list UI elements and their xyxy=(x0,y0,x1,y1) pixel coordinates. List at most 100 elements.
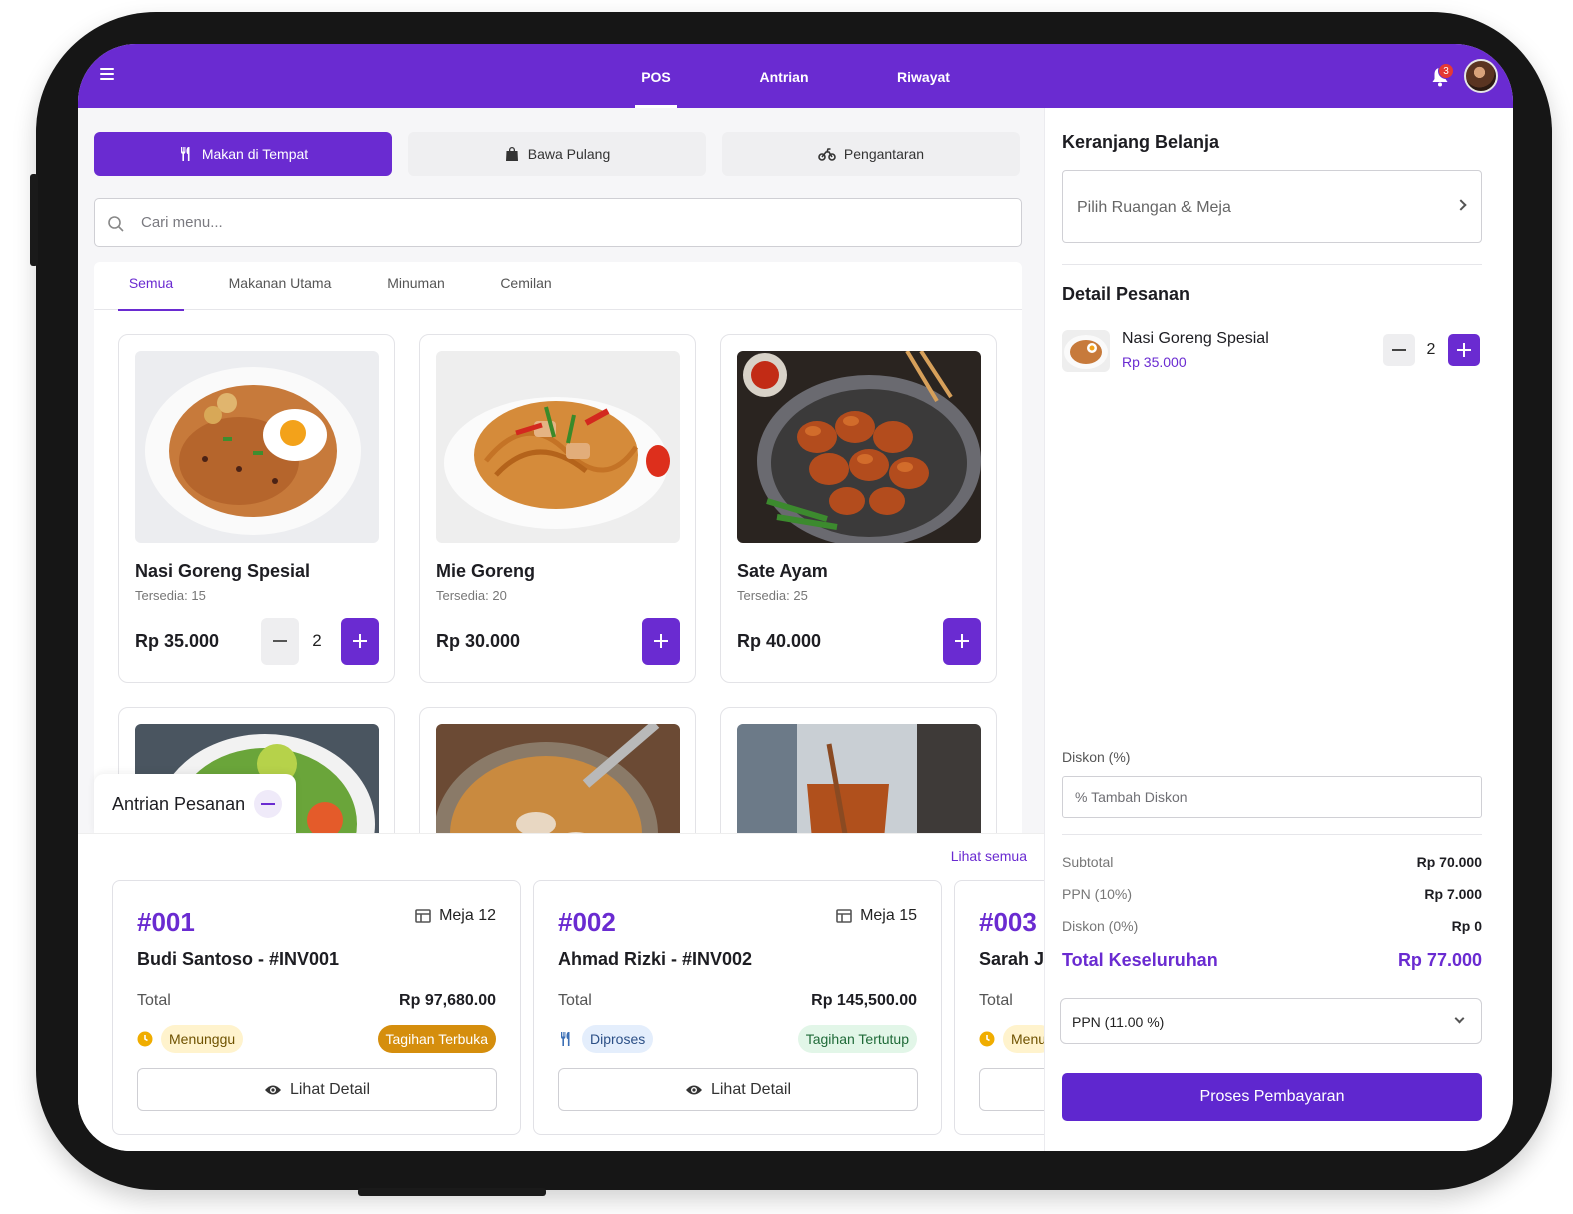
order-number: #003 xyxy=(979,907,1037,937)
tab-pos[interactable]: POS xyxy=(635,44,677,108)
table-icon xyxy=(836,909,852,923)
menu-panel: Semua Makanan Utama Minuman Cemilan Nasi… xyxy=(94,262,1022,1056)
menu-search-input[interactable] xyxy=(141,199,1001,246)
queue-panel-header[interactable]: Antrian Pesanan xyxy=(94,774,296,834)
view-detail-button[interactable]: Lihat Detail xyxy=(558,1068,918,1111)
cart-title: Keranjang Belanja xyxy=(1062,132,1220,152)
cart-decrease-qty-button[interactable] xyxy=(1383,334,1415,366)
menu-item-price: Rp 30.000 xyxy=(436,631,521,651)
status-badge-processing: Diproses xyxy=(582,1025,654,1053)
order-type-label: Pengantaran xyxy=(843,146,925,162)
order-total-label: Total xyxy=(979,992,1013,1009)
tab-riwayat[interactable]: Riwayat xyxy=(896,44,951,108)
order-table-label: Meja 12 xyxy=(439,907,496,924)
order-table-label: Meja 15 xyxy=(860,907,917,924)
pos-main-panel: Makan di Tempat Bawa Pulang Pengantaran … xyxy=(78,108,1044,1056)
menu-item-stock: Tersedia: 25 xyxy=(737,588,808,603)
discount-input[interactable] xyxy=(1062,776,1482,818)
notification-badge: 3 xyxy=(1438,63,1454,79)
category-tab-minuman[interactable]: Minuman xyxy=(376,262,456,310)
status-badge-waiting: Menunggu xyxy=(161,1025,244,1053)
subtotal-value: Rp 70.000 xyxy=(1416,854,1482,870)
order-type-dine-in-button[interactable]: Makan di Tempat xyxy=(94,132,392,176)
tab-antrian-pesanan[interactable]: Antrian Pesanan xyxy=(730,44,838,151)
collapse-queue-button[interactable] xyxy=(254,790,282,818)
discount-label: Diskon (%) xyxy=(1062,749,1131,765)
add-item-button[interactable] xyxy=(341,618,379,665)
item-quantity: 2 xyxy=(312,631,322,650)
order-table: Meja 12 xyxy=(415,907,496,925)
top-navigation-bar: POS Antrian Pesanan Riwayat 3 xyxy=(78,44,1513,151)
motorcycle-icon xyxy=(818,148,836,161)
order-customer: Ahmad Rizki - #INV002 xyxy=(558,949,753,969)
view-detail-button[interactable] xyxy=(979,1068,1044,1111)
grand-total-label: Total Keseluruhan xyxy=(1062,950,1218,970)
queue-order-card[interactable]: #003 Sarah Jo Total Menu xyxy=(954,880,1044,1135)
menu-card[interactable]: Sate Ayam Tersedia: 25 Rp 40.000 xyxy=(720,334,997,683)
order-number: #001 xyxy=(137,907,195,937)
order-status: Menu xyxy=(979,1025,1044,1053)
see-all-link[interactable]: Lihat semua xyxy=(951,848,1027,864)
status-badge-waiting: Menu xyxy=(1003,1025,1044,1053)
user-avatar[interactable] xyxy=(1464,59,1498,93)
order-status: Diproses xyxy=(558,1025,654,1053)
utensils-icon xyxy=(180,147,190,161)
menu-item-stock: Tersedia: 20 xyxy=(436,588,507,603)
room-table-selector[interactable]: Pilih Ruangan & Meja xyxy=(1062,170,1482,243)
app-screen: POS Antrian Pesanan Riwayat 3 Makan di T… xyxy=(78,44,1513,1151)
order-type-label: Bawa Pulang xyxy=(527,146,611,162)
order-type-delivery-button[interactable]: Pengantaran xyxy=(722,132,1020,176)
cart-item-thumbnail xyxy=(1062,330,1110,372)
order-customer: Budi Santoso - #INV001 xyxy=(137,949,340,969)
hamburger-menu-icon[interactable] xyxy=(100,68,114,80)
divider xyxy=(1062,264,1482,265)
order-customer: Sarah Jo xyxy=(979,949,1044,969)
order-total-label: Total xyxy=(137,992,171,1009)
utensils-icon xyxy=(561,1032,570,1046)
menu-item-name: Sate Ayam xyxy=(737,561,828,581)
menu-card[interactable]: Mie Goreng Tersedia: 20 Rp 30.000 xyxy=(419,334,696,683)
cart-item-price: Rp 35.000 xyxy=(1122,354,1187,370)
queue-panel-title: Antrian Pesanan xyxy=(112,794,246,814)
cart-item-quantity: 2 xyxy=(1426,341,1436,358)
eye-icon xyxy=(264,1085,281,1094)
menu-item-price: Rp 40.000 xyxy=(737,631,822,651)
order-table: Meja 15 xyxy=(836,907,917,925)
category-tab-makanan-utama[interactable]: Makanan Utama xyxy=(220,262,340,310)
discount-row-value: Rp 0 xyxy=(1451,918,1482,934)
add-item-button[interactable] xyxy=(642,618,680,665)
clock-icon xyxy=(137,1031,153,1047)
view-detail-label: Lihat Detail xyxy=(289,1080,371,1098)
menu-item-name: Mie Goreng xyxy=(436,561,536,581)
process-payment-button[interactable]: Proses Pembayaran xyxy=(1062,1073,1482,1121)
order-total-value: Rp 97,680.00 xyxy=(399,992,496,1009)
grand-total-row: Total Keseluruhan Rp 77.000 xyxy=(1062,950,1482,971)
food-image-nasi-goreng xyxy=(135,351,379,543)
bill-status-badge-closed: Tagihan Tertutup xyxy=(797,1025,917,1053)
subtotal-label: Subtotal xyxy=(1062,854,1114,870)
menu-card[interactable]: Nasi Goreng Spesial Tersedia: 15 Rp 35.0… xyxy=(118,334,395,683)
queue-order-card[interactable]: #001 Meja 12 Budi Santoso - #INV001 Tota… xyxy=(112,880,521,1135)
tax-label: PPN (10%) xyxy=(1062,886,1133,902)
order-total-label: Total xyxy=(558,992,592,1009)
add-item-button[interactable] xyxy=(943,618,981,665)
order-total-value: Rp 145,500.00 xyxy=(811,992,917,1009)
view-detail-button[interactable]: Lihat Detail xyxy=(137,1068,497,1111)
category-tab-cemilan[interactable]: Cemilan xyxy=(492,262,560,310)
order-detail-title: Detail Pesanan xyxy=(1062,284,1191,304)
cart-panel: Keranjang Belanja Pilih Ruangan & Meja D… xyxy=(1044,108,1497,1151)
discount-row-label: Diskon (0%) xyxy=(1062,918,1139,934)
queue-order-card[interactable]: #002 Meja 15 Ahmad Rizki - #INV002 Total… xyxy=(533,880,942,1135)
order-type-takeaway-button[interactable]: Bawa Pulang xyxy=(408,132,706,176)
tax-rate-select[interactable]: PPN (11.00 %) xyxy=(1060,998,1482,1044)
menu-search-box xyxy=(94,198,1022,247)
cart-increase-qty-button[interactable] xyxy=(1448,334,1480,366)
view-detail-label: Lihat Detail xyxy=(710,1080,792,1098)
category-tabs: Semua Makanan Utama Minuman Cemilan xyxy=(94,262,1022,311)
category-tab-semua[interactable]: Semua xyxy=(118,262,184,311)
eye-icon xyxy=(685,1085,702,1094)
decrease-qty-button[interactable] xyxy=(261,618,299,665)
chevron-down-icon xyxy=(1454,1013,1465,1024)
table-icon xyxy=(415,909,431,923)
food-image-mie-goreng xyxy=(436,351,680,543)
